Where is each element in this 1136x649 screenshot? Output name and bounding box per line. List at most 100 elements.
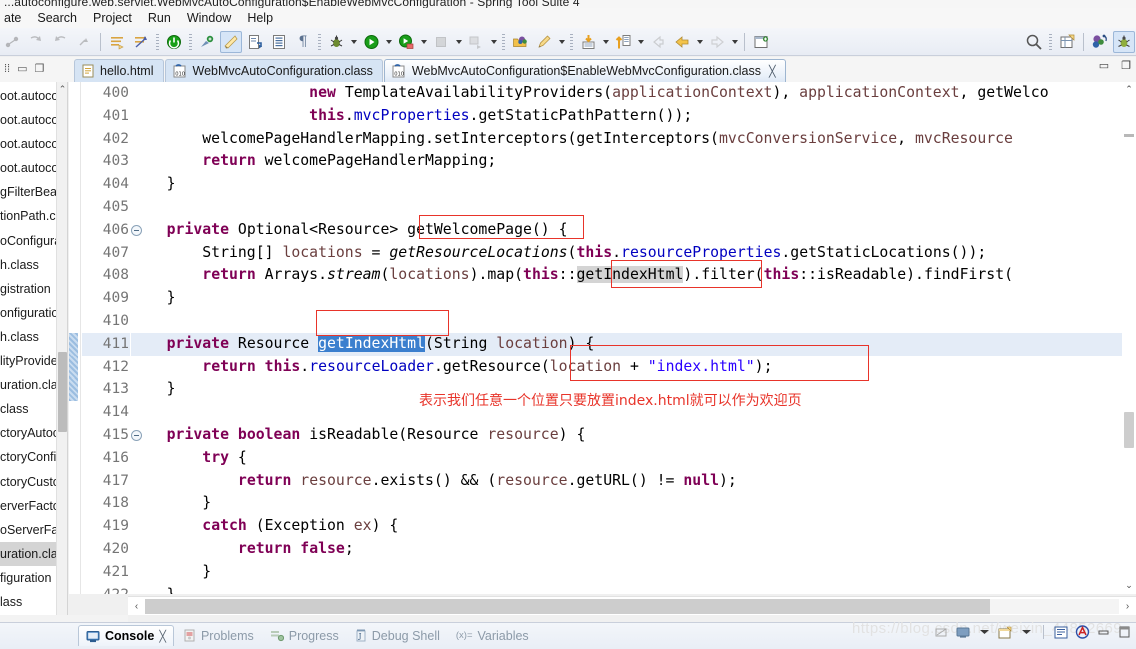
toolbar-handle[interactable]	[156, 33, 159, 50]
code-line[interactable]	[131, 196, 1122, 219]
bottom-tab-debug-shell[interactable]: J Debug Shell	[348, 626, 447, 646]
editor-gutter[interactable]	[69, 82, 81, 594]
code-line[interactable]	[131, 310, 1122, 333]
scroll-down-arrow[interactable]: ⌄	[1122, 578, 1136, 592]
menu-navigate[interactable]: ate	[2, 10, 29, 26]
open-perspective-icon[interactable]	[509, 31, 531, 53]
code-line[interactable]: return false;	[131, 538, 1122, 561]
package-explorer-panel[interactable]: oot.autoco oot.autoco oot.autoco oot.autoco…	[0, 82, 68, 615]
open-console-dropdown-icon[interactable]	[1018, 624, 1034, 640]
stop-icon[interactable]	[430, 31, 452, 53]
search-icon[interactable]	[1023, 31, 1045, 53]
editor-vertical-scrollbar[interactable]: ⌃ ⌄	[1122, 82, 1136, 594]
terminate-icon[interactable]	[163, 31, 185, 53]
run-dropdown-icon[interactable]	[383, 31, 394, 53]
minimize-editor-icon[interactable]: ▭	[1096, 58, 1112, 72]
menu-help[interactable]: Help	[239, 10, 281, 26]
scroll-up-arrow[interactable]: ⌃	[1122, 82, 1136, 96]
toolbar-handle-3[interactable]	[318, 33, 321, 50]
open-console-icon[interactable]	[997, 624, 1013, 640]
console-dropdown-icon[interactable]	[976, 624, 992, 640]
restore-icon[interactable]	[612, 31, 634, 53]
maximize-editor-icon[interactable]: ❐	[1118, 58, 1134, 72]
code-line[interactable]: private boolean isReadable(Resource reso…	[131, 424, 1122, 447]
editor-scrollbar-thumb[interactable]	[1124, 412, 1134, 448]
save-dropdown-icon[interactable]	[600, 31, 611, 53]
stop-dropdown-icon[interactable]	[453, 31, 464, 53]
run-last-dropdown-icon[interactable]	[418, 31, 429, 53]
code-line[interactable]: catch (Exception ex) {	[131, 515, 1122, 538]
bottom-tab-variables[interactable]: (x)= Variables	[449, 626, 536, 646]
back-icon[interactable]	[647, 31, 669, 53]
prev-edit-icon[interactable]	[706, 31, 728, 53]
run-last-icon[interactable]	[395, 31, 417, 53]
view-menu-icon[interactable]: ⁞⁞	[4, 64, 10, 75]
prev-edit-dropdown-icon[interactable]	[729, 31, 740, 53]
menu-project[interactable]: Project	[85, 10, 140, 26]
hscroll-left-arrow[interactable]: ‹	[128, 601, 145, 612]
minimize-view-icon[interactable]: ▭	[17, 64, 27, 75]
hscroll-track[interactable]	[145, 598, 1119, 614]
pin-icon[interactable]	[533, 31, 555, 53]
code-line[interactable]: welcomePageHandlerMapping.setInterceptor…	[131, 128, 1122, 151]
code-editor[interactable]: 400 401 402 403 404 405 406 407 408 409 410 411 412 4…	[69, 82, 1136, 594]
scroll-lock-icon[interactable]	[1074, 624, 1090, 640]
open-task-icon[interactable]	[268, 31, 290, 53]
code-line[interactable]: String[] locations = getResourceLocation…	[131, 242, 1122, 265]
editor-tab-0[interactable]: hello.html	[74, 59, 164, 82]
open-type-icon[interactable]	[244, 31, 266, 53]
toolbar-handle-4[interactable]	[502, 33, 505, 50]
editor-horizontal-scrollbar[interactable]: ‹ ›	[128, 596, 1136, 615]
maximize-panel-icon[interactable]	[1116, 624, 1132, 640]
pin-dropdown-icon[interactable]	[556, 31, 567, 53]
code-line[interactable]: this.mvcProperties.getStaticPathPattern(…	[131, 105, 1122, 128]
save-icon[interactable]	[577, 31, 599, 53]
toggle-mark-occurrences-icon[interactable]	[106, 31, 128, 53]
minimize-panel-icon[interactable]	[1095, 624, 1111, 640]
code-line[interactable]: try {	[131, 447, 1122, 470]
debug-perspective-icon[interactable]	[1113, 30, 1135, 53]
code-line[interactable]: }	[131, 492, 1122, 515]
step-into-icon[interactable]	[73, 31, 95, 53]
toolbar-handle-5[interactable]	[570, 33, 573, 50]
restore-dropdown-icon[interactable]	[635, 31, 646, 53]
debug-icon[interactable]	[325, 31, 347, 53]
menu-window[interactable]: Window	[179, 10, 239, 26]
new-table-icon[interactable]	[1056, 31, 1078, 53]
step-over-icon[interactable]	[25, 31, 47, 53]
external-tools-dropdown-icon[interactable]	[488, 31, 499, 53]
editor-tab-2[interactable]: 010 WebMvcAutoConfiguration$EnableWebMvcC…	[383, 59, 786, 82]
debug-dropdown-icon[interactable]	[348, 31, 359, 53]
spring-boot-icon[interactable]	[1089, 31, 1111, 53]
menu-search[interactable]: Search	[29, 10, 85, 26]
skip-breakpoints-icon[interactable]	[130, 31, 152, 53]
word-wrap-icon[interactable]	[1053, 624, 1069, 640]
pilcrow-icon[interactable]: ¶	[292, 31, 314, 53]
toolbar-handle-2[interactable]	[189, 33, 192, 50]
code-line[interactable]: private Resource getIndexHtml(String loc…	[131, 332, 1122, 356]
code-line[interactable]: return Arrays.stream(locations).map(this…	[131, 264, 1122, 287]
new-spring-starter-icon[interactable]	[196, 31, 218, 53]
forward-dropdown-icon[interactable]	[694, 31, 705, 53]
hscroll-right-arrow[interactable]: ›	[1119, 601, 1136, 612]
boot-dashboard-icon[interactable]	[220, 30, 242, 53]
run-icon[interactable]	[360, 31, 382, 53]
editor-tab-close-icon[interactable]: ╳	[769, 65, 776, 78]
bottom-tab-console[interactable]: Console ╳	[78, 625, 174, 646]
bottom-tab-problems[interactable]: Problems	[176, 626, 261, 646]
maximize-view-icon[interactable]: ❐	[35, 64, 45, 75]
scrollbar-thumb[interactable]	[58, 352, 67, 432]
code-line[interactable]: }	[131, 173, 1122, 196]
code-line[interactable]: private Optional<Resource> getWelcomePag…	[131, 219, 1122, 242]
code-line[interactable]: }	[131, 561, 1122, 584]
terminate-console-icon[interactable]	[934, 624, 950, 640]
editor-tab-1[interactable]: 010 WebMvcAutoConfiguration.class	[164, 59, 383, 82]
display-console-icon[interactable]	[955, 624, 971, 640]
code-line[interactable]: }	[131, 287, 1122, 310]
step-return-icon[interactable]	[49, 31, 71, 53]
package-explorer-scrollbar[interactable]: ⌃	[56, 82, 67, 615]
toolbar-handle-6[interactable]	[1049, 33, 1052, 50]
bottom-tab-progress[interactable]: Progress	[263, 626, 346, 646]
new-window-icon[interactable]	[750, 31, 772, 53]
external-tools-icon[interactable]	[465, 31, 487, 53]
